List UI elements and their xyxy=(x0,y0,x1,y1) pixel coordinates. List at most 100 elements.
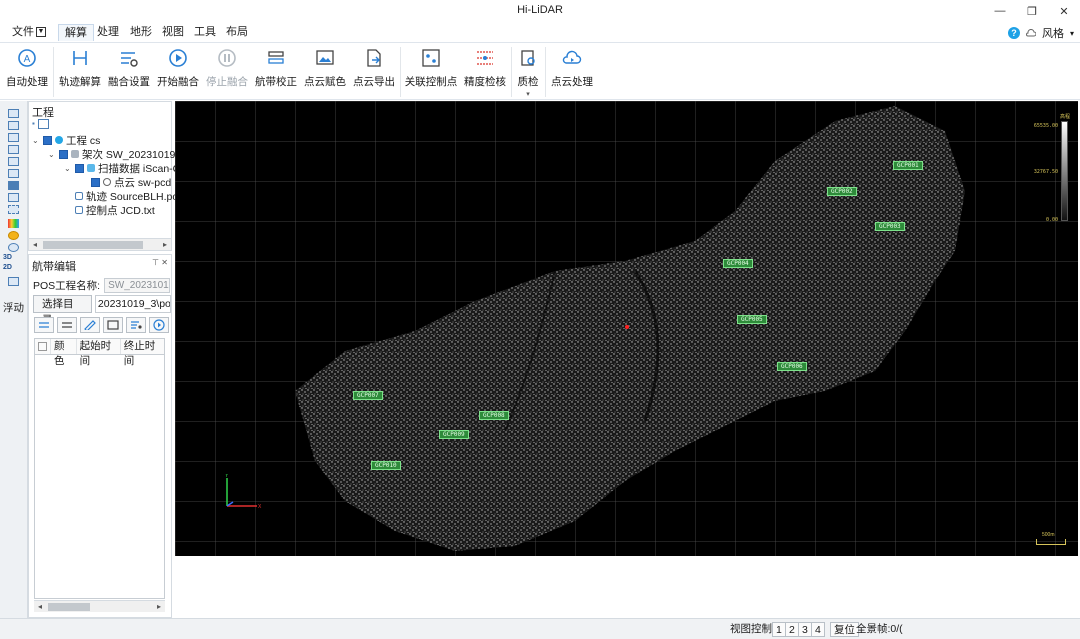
gcp-marker[interactable]: GCP007 xyxy=(353,391,383,400)
auto-process-button[interactable]: A 自动处理 xyxy=(4,47,50,95)
view-4-button[interactable]: 4 xyxy=(811,622,825,637)
close-button[interactable]: ✕ xyxy=(1048,0,1080,22)
column-color[interactable]: 颜色 xyxy=(51,339,77,367)
scroll-thumb[interactable] xyxy=(43,241,143,249)
colorize-button[interactable]: 点云赋色 xyxy=(302,47,348,95)
gcp-marker[interactable]: GCP002 xyxy=(827,187,857,196)
view-3-button[interactable]: 3 xyxy=(798,622,812,637)
checkbox[interactable] xyxy=(59,149,68,159)
float-label[interactable]: 浮动 xyxy=(3,300,24,315)
chevron-down-icon[interactable]: ▾ xyxy=(1070,29,1074,38)
layer-icon[interactable] xyxy=(8,109,19,118)
select-icon[interactable] xyxy=(8,205,19,214)
stop-fusion-button[interactable]: 停止融合 xyxy=(204,47,250,95)
directory-field[interactable]: 20231019_3\poo xyxy=(94,295,171,313)
chart-icon[interactable] xyxy=(8,277,19,286)
tree-node-sortie[interactable]: ⌄ 架次 SW_20231019_3 xyxy=(48,147,187,161)
layer-icon[interactable] xyxy=(8,157,19,166)
view-2-button[interactable]: 2 xyxy=(785,622,799,637)
gcp-marker[interactable]: GCP003 xyxy=(875,222,905,231)
layer-icon[interactable] xyxy=(8,133,19,142)
quality-check-button[interactable]: 质检 ▾ xyxy=(514,47,542,98)
help-icon[interactable]: ? xyxy=(1007,27,1020,39)
scroll-left-icon[interactable]: ◂ xyxy=(29,239,41,251)
cloud-icon xyxy=(103,178,111,186)
start-fusion-button[interactable]: 开始融合 xyxy=(155,47,201,95)
point-cloud-viewport[interactable]: GCP001 GCP002 GCP003 GCP004 GCP005 GCP00… xyxy=(175,101,1078,556)
strip-correction-button[interactable]: 航带校正 xyxy=(253,47,299,95)
accuracy-check-button[interactable]: 精度检核 xyxy=(462,47,508,95)
pin-icon[interactable]: ⊤ xyxy=(152,258,159,267)
chevron-down-icon[interactable]: ⌄ xyxy=(32,136,40,145)
edit-strip-button[interactable] xyxy=(80,317,100,333)
layer-icon[interactable] xyxy=(8,145,19,154)
cloud-process-button[interactable]: 点云处理 xyxy=(549,47,595,95)
link-control-points-button[interactable]: 关联控制点 xyxy=(404,47,458,95)
gcp-marker[interactable]: GCP010 xyxy=(371,461,401,470)
tree-node-control-points[interactable]: 控制点 JCD.txt xyxy=(75,203,155,217)
strip-grid-body[interactable] xyxy=(34,355,165,599)
layer-icon[interactable] xyxy=(8,121,19,130)
scroll-left-icon[interactable]: ◂ xyxy=(34,601,46,613)
remove-strip-button[interactable] xyxy=(57,317,77,333)
panel-icon[interactable] xyxy=(8,181,19,190)
style-menu[interactable]: 风格 xyxy=(1042,25,1064,41)
column-end-time[interactable]: 终止时间 xyxy=(121,339,164,367)
menu-tools[interactable]: 工具 xyxy=(188,24,222,41)
gcp-marker[interactable]: GCP009 xyxy=(439,430,469,439)
gcp-marker[interactable]: GCP006 xyxy=(777,362,807,371)
gcp-marker[interactable]: GCP004 xyxy=(723,259,753,268)
chevron-down-icon[interactable]: ▾ xyxy=(514,90,542,98)
link-icon[interactable] xyxy=(37,119,49,129)
layer-icon[interactable] xyxy=(8,169,19,178)
add-strip-button[interactable] xyxy=(34,317,54,333)
fusion-settings-button[interactable]: 融合设置 xyxy=(106,47,152,95)
view-1-button[interactable]: 1 xyxy=(772,622,786,637)
checkbox[interactable] xyxy=(75,163,84,173)
pin-icon[interactable]: ▪ xyxy=(32,119,35,129)
chevron-down-icon[interactable]: ⌄ xyxy=(64,164,72,173)
menu-terrain[interactable]: 地形 xyxy=(124,24,158,41)
view-3d-button[interactable]: 3D xyxy=(3,254,12,261)
horizontal-scrollbar[interactable]: ◂ ▸ xyxy=(34,600,165,612)
view-2d-button[interactable]: 2D xyxy=(3,264,12,271)
tree-node-point-cloud[interactable]: 点云 sw-pcd xyxy=(91,175,171,189)
strip-settings-button[interactable] xyxy=(126,317,146,333)
color-icon[interactable] xyxy=(8,219,19,228)
tree-node-scan-data[interactable]: ⌄ 扫描数据 iScan-C xyxy=(64,161,180,175)
restore-button[interactable]: ❐ xyxy=(1016,0,1048,22)
horizontal-scrollbar[interactable]: ◂ ▸ xyxy=(29,238,171,250)
menu-process[interactable]: 处理 xyxy=(91,24,125,41)
column-start-time[interactable]: 起始时间 xyxy=(77,339,121,367)
checkbox[interactable] xyxy=(43,135,52,145)
scroll-right-icon[interactable]: ▸ xyxy=(159,239,171,251)
project-icon xyxy=(55,136,63,144)
select-directory-button[interactable]: 选择目录 xyxy=(33,295,92,326)
close-icon[interactable]: ✕ xyxy=(161,258,168,267)
scroll-thumb[interactable] xyxy=(48,603,90,611)
table-icon[interactable] xyxy=(8,193,19,202)
gcp-marker[interactable]: GCP008 xyxy=(479,411,509,420)
tree-node-project[interactable]: ⌄ 工程 cs xyxy=(32,133,100,147)
checkbox[interactable] xyxy=(91,177,100,187)
run-strip-button[interactable] xyxy=(149,317,169,333)
circle-icon[interactable] xyxy=(8,231,19,240)
cloud-icon[interactable] xyxy=(1026,28,1036,38)
reset-view-button[interactable]: 复位 xyxy=(830,622,859,637)
crop-strip-button[interactable] xyxy=(103,317,123,333)
export-button[interactable]: 点云导出 xyxy=(351,47,397,95)
select-all-checkbox[interactable] xyxy=(35,339,51,354)
menu-view[interactable]: 视图 xyxy=(156,24,190,41)
menu-layout[interactable]: 布局 xyxy=(220,24,254,41)
chevron-down-icon[interactable]: ⌄ xyxy=(48,150,56,159)
trajectory-solve-button[interactable]: 轨迹解算 xyxy=(57,47,103,95)
rotate-icon[interactable] xyxy=(8,243,19,252)
pos-project-select[interactable]: SW_2023101 xyxy=(104,278,171,293)
gcp-marker[interactable]: GCP005 xyxy=(737,315,767,324)
scroll-right-icon[interactable]: ▸ xyxy=(153,601,165,613)
tree-node-trajectory[interactable]: 轨迹 SourceBLH.pos xyxy=(75,189,183,203)
menu-file[interactable]: 文件 ▼ xyxy=(6,24,52,41)
minimize-button[interactable]: — xyxy=(984,0,1016,22)
gcp-marker[interactable]: GCP001 xyxy=(893,161,923,170)
menu-solve[interactable]: 解算 xyxy=(58,24,94,41)
